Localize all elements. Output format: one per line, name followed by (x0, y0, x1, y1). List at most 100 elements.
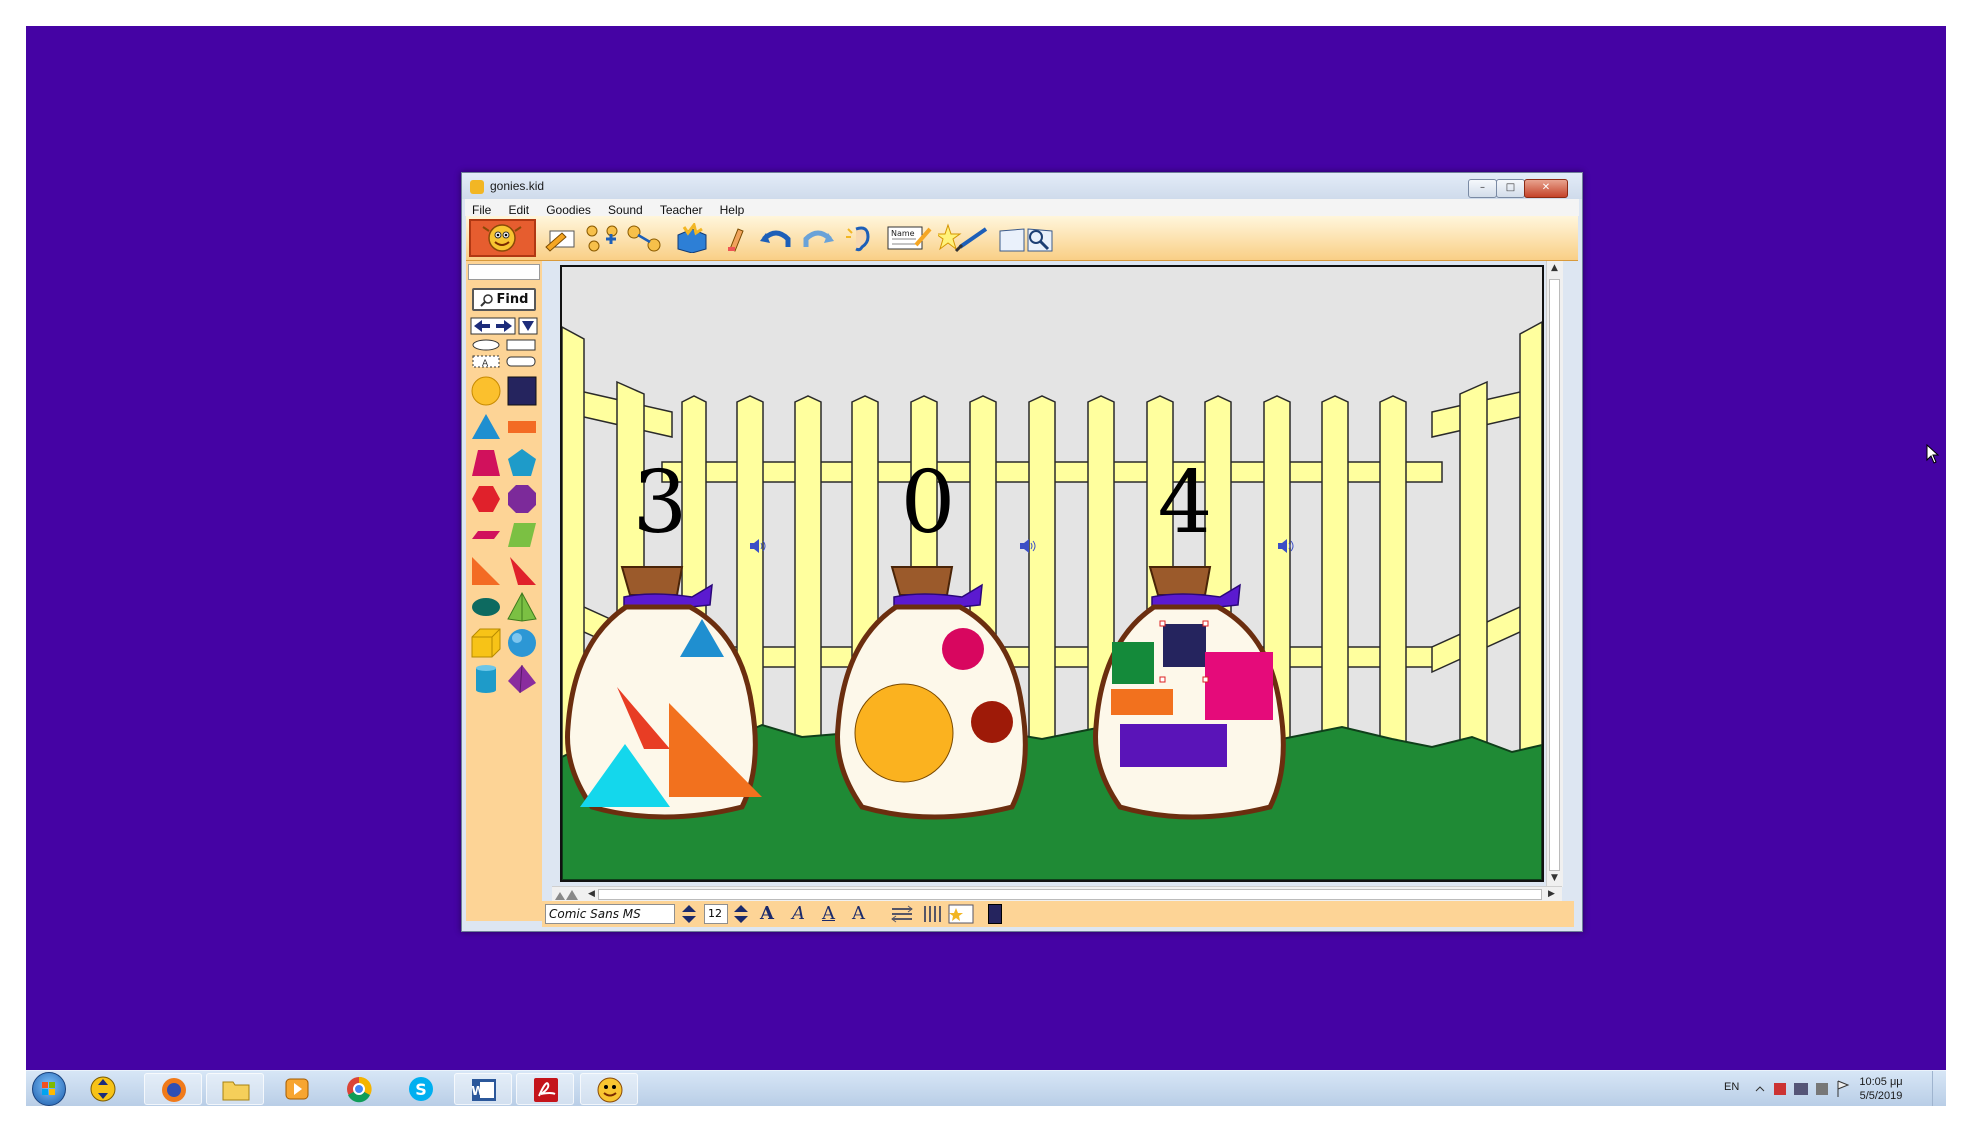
main-toolbar: Name (466, 216, 1578, 261)
listen-ear-icon[interactable] (842, 223, 878, 253)
outline-shapes[interactable]: A (470, 339, 538, 369)
color-swatch[interactable] (988, 904, 1002, 924)
bag-2-number: 0 (901, 467, 956, 553)
bag-1[interactable]: 3 (562, 467, 772, 867)
ellipse-shape-icon[interactable] (470, 591, 502, 623)
scalene-triangle-shape-icon[interactable] (506, 555, 538, 587)
svg-text:S: S (415, 1080, 427, 1099)
font-size-select[interactable]: 12 (704, 904, 728, 924)
pencil-tool-icon[interactable] (542, 223, 578, 253)
columns-icon[interactable] (922, 905, 942, 923)
bag-3-number: 4 (1158, 467, 1213, 553)
book-zoom-icon[interactable] (998, 223, 1054, 253)
minimize-button[interactable]: – (1468, 179, 1497, 198)
palette-field[interactable] (468, 264, 540, 280)
goodies-box-icon[interactable] (674, 223, 710, 253)
taskbar-word[interactable]: W (454, 1073, 512, 1105)
scroll-up-icon[interactable]: ▲ (1551, 263, 1558, 273)
firefox-icon (162, 1078, 186, 1102)
maximize-button[interactable]: □ (1496, 179, 1525, 198)
link-tool-icon[interactable] (626, 223, 662, 253)
chrome-icon (347, 1076, 372, 1103)
find-label: Find (496, 292, 529, 307)
tray-volume-icon (1816, 1083, 1828, 1095)
parallelogram-shape-icon[interactable] (470, 519, 502, 551)
sphere-shape-icon[interactable] (506, 627, 538, 659)
underline-button[interactable]: A (822, 903, 835, 924)
picture-frame-icon[interactable] (948, 904, 974, 924)
pyramid-shape-icon[interactable] (506, 591, 538, 623)
taskbar-acrobat[interactable] (516, 1073, 574, 1105)
window-title: gonies.kid (490, 179, 545, 193)
media-player-icon (285, 1078, 309, 1100)
spacing-icon[interactable] (890, 905, 914, 923)
show-desktop-button[interactable] (1932, 1071, 1946, 1106)
scroll-right-icon[interactable]: ▶ (1548, 889, 1555, 899)
scroll-down-icon[interactable]: ▼ (1551, 873, 1558, 883)
trapezoid-shape-icon[interactable] (470, 447, 502, 479)
circle-shape-icon[interactable] (470, 375, 502, 407)
tray-network-icon (1794, 1083, 1808, 1095)
tray-security-icon (1774, 1083, 1786, 1095)
bag-3[interactable]: 4 (1090, 467, 1300, 867)
octagon-shape-icon[interactable] (506, 483, 538, 515)
taskbar-firefox[interactable] (144, 1073, 202, 1105)
kid-mascot-button[interactable] (469, 219, 536, 257)
font-select[interactable]: Comic Sans MS (545, 904, 675, 924)
rectangle-shape-icon[interactable] (506, 411, 538, 443)
hexagon-shape-icon[interactable] (470, 483, 502, 515)
start-button[interactable] (32, 1072, 66, 1106)
speaker-icon[interactable] (749, 539, 767, 553)
vertical-scroll-thumb[interactable] (1549, 279, 1560, 871)
cube-shape-icon[interactable] (470, 627, 502, 659)
pentagon-shape-icon[interactable] (506, 447, 538, 479)
italic-button[interactable]: A (792, 903, 805, 924)
bold-button[interactable]: A (760, 903, 774, 924)
kidspiration-icon (597, 1077, 623, 1103)
undo-icon[interactable] (758, 223, 794, 253)
horizontal-scrollbar[interactable]: ◀ ▶ (552, 886, 1562, 902)
find-button[interactable]: Find (472, 288, 536, 311)
redo-icon[interactable] (800, 223, 836, 253)
app-window: gonies.kid – □ ✕ File Edit Goodies Sound… (461, 172, 1583, 932)
palette-arrows[interactable] (470, 317, 538, 335)
taskbar-media-player[interactable] (268, 1073, 326, 1105)
bag-1-number: 3 (633, 467, 688, 553)
title-bar[interactable]: gonies.kid – □ ✕ (462, 173, 1582, 199)
size-stepper-icon[interactable] (732, 904, 750, 924)
taskbar: S W EN 10:05 μμ 5/5/2019 (26, 1070, 1946, 1106)
folder-icon (222, 1081, 250, 1101)
speaker-icon[interactable] (1277, 539, 1295, 553)
superscript-button[interactable]: A (852, 903, 865, 924)
font-stepper-icon[interactable] (680, 904, 698, 924)
mouse-cursor-icon (1926, 444, 1940, 464)
eraser-tool-icon[interactable] (716, 223, 752, 253)
square-shape-icon[interactable] (506, 375, 538, 407)
taskbar-chrome[interactable] (330, 1073, 388, 1105)
taskbar-transfer[interactable] (74, 1073, 132, 1105)
cylinder-shape-icon[interactable] (470, 663, 502, 695)
bag-2[interactable]: 0 (832, 467, 1042, 867)
star-brush-icon[interactable] (938, 223, 990, 253)
name-tag-icon[interactable]: Name (886, 223, 932, 253)
add-node-icon[interactable] (584, 223, 620, 253)
taskbar-explorer[interactable] (206, 1073, 264, 1105)
close-button[interactable]: ✕ (1524, 179, 1568, 198)
drawing-canvas[interactable]: 3 0 4 (560, 265, 1544, 882)
clock[interactable]: 10:05 μμ 5/5/2019 (1846, 1075, 1916, 1103)
scroll-left-icon[interactable]: ◀ (588, 889, 595, 899)
taskbar-skype[interactable]: S (392, 1073, 450, 1105)
taskbar-kidspiration[interactable] (580, 1073, 638, 1105)
right-triangle-shape-icon[interactable] (470, 555, 502, 587)
triangle-shape-icon[interactable] (470, 411, 502, 443)
skype-icon: S (409, 1077, 433, 1101)
language-indicator[interactable]: EN (1724, 1081, 1739, 1093)
tetrahedron-shape-icon[interactable] (506, 663, 538, 695)
horizontal-scroll-thumb[interactable] (598, 889, 1542, 900)
zoom-triangles-icon[interactable] (554, 889, 580, 901)
windows-logo-icon (42, 1082, 55, 1095)
speaker-icon[interactable] (1019, 539, 1037, 553)
transfer-icon (90, 1076, 116, 1102)
vertical-scrollbar[interactable]: ▲ ▼ (1546, 261, 1563, 887)
rhombus-shape-icon[interactable] (506, 519, 538, 551)
